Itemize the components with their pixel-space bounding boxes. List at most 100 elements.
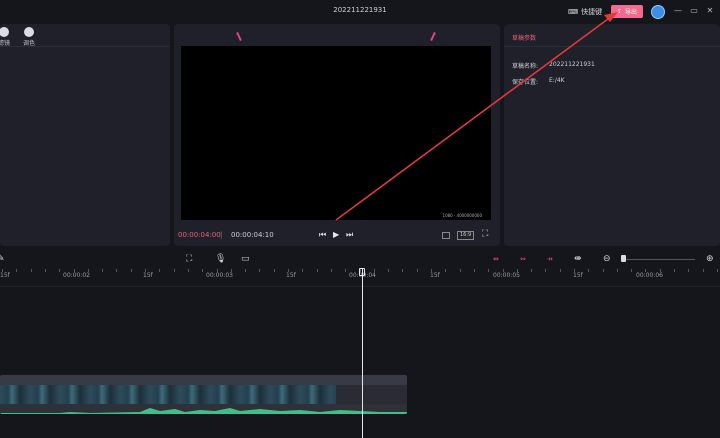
shortcut-label: 快捷键 xyxy=(581,8,603,16)
ruler-tick xyxy=(188,269,189,272)
ruler-tick xyxy=(417,269,418,272)
auto-fit-icon[interactable]: ⛶ xyxy=(186,254,192,264)
preview-axis-icon[interactable]: ⇼ xyxy=(574,254,582,264)
timecode-separator: | xyxy=(220,231,223,239)
ruler-tick xyxy=(74,269,75,272)
ruler-tick xyxy=(603,269,604,272)
close-icon[interactable]: ✕ xyxy=(704,6,716,15)
crop-marker-left[interactable] xyxy=(236,31,242,42)
ruler-tick xyxy=(302,269,303,272)
player-controls: 00:00:04:00 | 00:00:04:10 ⏮ ▶ ⏭ 16:9 ⛶ xyxy=(174,224,500,246)
current-timecode: 00:00:04:00 xyxy=(178,231,221,239)
ruler-tick xyxy=(131,269,132,272)
link-icon[interactable]: ⇔ xyxy=(520,255,530,263)
ruler-tick xyxy=(517,269,518,272)
media-toolbar: 滤镜 调色 xyxy=(0,24,170,47)
ruler-tick xyxy=(159,269,160,272)
ruler-tick xyxy=(102,269,103,272)
playhead-handle[interactable] xyxy=(359,268,365,276)
ruler-tick xyxy=(145,269,146,272)
save-location-row: 保存位置: E:/4K xyxy=(512,77,565,86)
ruler-tick xyxy=(445,269,446,272)
camera-icon[interactable]: ▭ xyxy=(241,254,250,264)
tool-color[interactable]: 调色 xyxy=(19,27,39,47)
ruler-tick xyxy=(345,269,346,272)
video-watermark: 1080 · 4000000000 xyxy=(442,213,482,218)
palette-icon xyxy=(24,27,34,37)
previous-frame-icon[interactable]: ⏮ xyxy=(319,230,326,240)
ruler-tick xyxy=(374,269,375,272)
video-clip[interactable] xyxy=(0,375,407,414)
play-icon[interactable]: ▶ xyxy=(333,230,339,239)
ruler-tick xyxy=(431,269,432,272)
zoom-slider-track[interactable] xyxy=(625,259,695,260)
ruler-tick xyxy=(202,269,203,272)
minimize-icon[interactable]: — xyxy=(672,6,684,15)
edit-icon[interactable]: ✎ xyxy=(0,254,5,264)
ruler-label: 15f xyxy=(430,272,440,279)
timeline-toolbar: ✎ ⛶ 🎙 ▭ ⇹ ⇔ ⇸ ⇼ ⊖ ⊕ xyxy=(0,250,720,268)
player-panel: 1080 · 4000000000 00:00:04:00 | 00:00:04… xyxy=(174,24,500,246)
ruler-label: 00:00:02 xyxy=(63,272,90,279)
ruler-tick xyxy=(331,269,332,272)
ruler-tick xyxy=(617,269,618,272)
clip-thumbnails xyxy=(0,385,336,404)
maximize-icon[interactable]: ▭ xyxy=(688,6,700,15)
export-icon: ⇪ xyxy=(616,8,622,15)
draft-params-title: 草稿参数 xyxy=(512,35,537,42)
ruler-tick xyxy=(703,269,704,272)
title-bar: 202211221931 ⌨ 快捷键 ⇪ 导出 — ▭ ✕ xyxy=(0,0,720,24)
ruler-tick xyxy=(531,269,532,272)
tool-color-label: 调色 xyxy=(22,40,35,47)
draft-name-value: 202211221931 xyxy=(549,61,595,68)
safe-area-icon[interactable] xyxy=(442,232,450,239)
ruler-tick xyxy=(88,269,89,272)
ruler-tick xyxy=(660,269,661,272)
tool-filter[interactable]: 滤镜 xyxy=(0,27,14,47)
zoom-out-icon[interactable]: ⊖ xyxy=(603,254,611,264)
crop-marker-right[interactable] xyxy=(430,31,436,42)
export-button[interactable]: ⇪ 导出 xyxy=(611,5,643,18)
total-timecode: 00:00:04:10 xyxy=(231,231,274,239)
ruler-tick xyxy=(717,269,718,272)
ruler-tick xyxy=(45,269,46,272)
split-icon[interactable]: ⇹ xyxy=(493,255,503,263)
aspect-ratio-button[interactable]: 16:9 xyxy=(457,231,475,240)
ruler-tick xyxy=(631,269,632,272)
ruler-label: 00:00:05 xyxy=(493,272,520,279)
draft-name-row: 草稿名称: 202211221931 xyxy=(512,61,595,70)
ruler-tick xyxy=(274,269,275,272)
next-frame-icon[interactable]: ⏭ xyxy=(346,230,353,240)
microphone-icon[interactable]: 🎙 xyxy=(215,254,226,264)
export-label: 导出 xyxy=(625,9,638,16)
ruler-tick xyxy=(174,269,175,272)
ruler-tick xyxy=(503,269,504,272)
avatar[interactable] xyxy=(651,5,665,19)
ruler-tick xyxy=(674,269,675,272)
ruler-tick xyxy=(317,269,318,272)
zoom-in-icon[interactable]: ⊕ xyxy=(706,254,714,264)
ruler-tick xyxy=(545,269,546,272)
ruler-tick xyxy=(31,269,32,272)
draft-name-label: 草稿名称: xyxy=(512,63,539,70)
ruler-tick xyxy=(16,269,17,272)
clip-tail xyxy=(336,385,407,404)
save-location-value: E:/4K xyxy=(549,77,565,84)
ruler-tick xyxy=(2,269,3,272)
audio-waveform xyxy=(0,404,407,414)
ruler-tick xyxy=(688,269,689,272)
zoom-slider-knob[interactable] xyxy=(621,255,626,262)
video-preview[interactable]: 1080 · 4000000000 xyxy=(181,46,491,220)
shortcut-button[interactable]: ⌨ 快捷键 xyxy=(568,7,602,17)
draft-params-panel: 草稿参数 草稿名称: 202211221931 保存位置: E:/4K xyxy=(504,24,720,246)
ruler-tick xyxy=(645,269,646,272)
ruler-label: 15f xyxy=(286,272,296,279)
ruler-tick xyxy=(231,269,232,272)
fullscreen-icon[interactable]: ⛶ xyxy=(482,229,488,239)
snap-icon[interactable]: ⇸ xyxy=(547,255,557,263)
keyboard-icon: ⌨ xyxy=(568,8,579,16)
ruler-tick xyxy=(560,269,561,272)
ruler-tick xyxy=(588,269,589,272)
playhead[interactable] xyxy=(362,268,363,438)
filter-icon xyxy=(0,27,9,37)
